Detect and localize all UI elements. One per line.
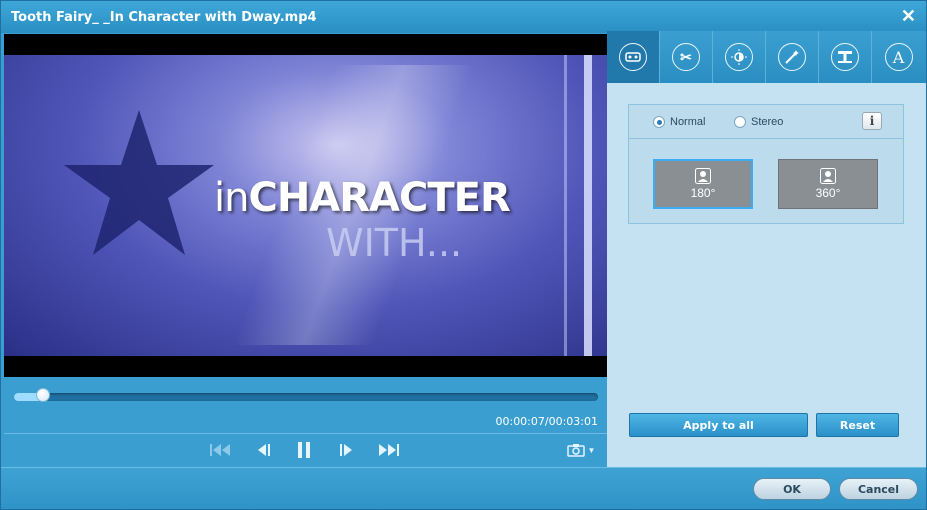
chevron-down-icon: ▼ (587, 445, 596, 455)
3d-settings-panel: Normal Stereo i 180° 360° Apply to all R… (607, 83, 926, 467)
next-frame-icon (340, 444, 352, 456)
next-frame-button[interactable] (336, 439, 356, 461)
time-display: 00:00:07/00:03:01 (495, 415, 598, 428)
reset-button[interactable]: Reset (816, 413, 899, 437)
tab-text[interactable]: A (872, 31, 925, 83)
editor-window: Tooth Fairy_ _In Character with Dway.mp4… (0, 0, 927, 510)
text-icon: A (884, 43, 913, 71)
skip-start-button[interactable] (209, 439, 233, 461)
info-icon[interactable]: i (862, 112, 882, 130)
tab-effect[interactable] (713, 31, 766, 83)
video-title-text: inCHARACTER (214, 175, 511, 221)
video-subtitle-text: WITH... (326, 221, 463, 265)
tab-watermark[interactable] (819, 31, 872, 83)
title-bar: Tooth Fairy_ _In Character with Dway.mp4… (1, 1, 926, 33)
effect-icon (725, 43, 753, 71)
dialog-footer: OK Cancel (1, 467, 926, 509)
ok-button[interactable]: OK (753, 478, 831, 500)
video-preview: inCHARACTER WITH... (4, 34, 607, 377)
mode-360-button[interactable]: 360° (778, 159, 878, 209)
watermark-icon (831, 43, 859, 71)
3d-icon (619, 43, 647, 71)
camera-icon (566, 444, 585, 457)
person-icon (820, 168, 836, 184)
magic-wand-icon (778, 43, 806, 71)
prev-frame-button[interactable] (254, 439, 274, 461)
scissors-icon: ✂ (672, 43, 700, 71)
radio-stereo[interactable]: Stereo (734, 116, 783, 128)
3d-mode-box: Normal Stereo i 180° 360° (628, 104, 904, 224)
seek-bar[interactable] (14, 393, 598, 401)
window-title: Tooth Fairy_ _In Character with Dway.mp4 (11, 10, 317, 25)
skip-start-icon (210, 444, 230, 456)
cancel-button[interactable]: Cancel (839, 478, 918, 500)
pause-button[interactable] (294, 439, 314, 461)
tab-trim[interactable]: ✂ (660, 31, 713, 83)
skip-end-icon (379, 444, 399, 456)
person-icon (695, 168, 711, 184)
player-controls: 00:00:07/00:03:01 ▼ (4, 377, 607, 467)
skip-end-button[interactable] (376, 439, 400, 461)
star-graphic (64, 110, 214, 255)
pause-icon (298, 442, 310, 458)
tab-3d[interactable] (607, 31, 660, 83)
close-icon[interactable]: ✕ (901, 6, 916, 27)
mode-180-button[interactable]: 180° (653, 159, 753, 209)
snapshot-button[interactable]: ▼ (564, 439, 598, 461)
radio-normal[interactable]: Normal (653, 116, 705, 128)
prev-frame-icon (258, 444, 270, 456)
video-frame: inCHARACTER WITH... (4, 55, 607, 356)
edit-toolbar: ✂ A (607, 31, 926, 83)
apply-to-all-button[interactable]: Apply to all (629, 413, 808, 437)
tab-enhance[interactable] (766, 31, 819, 83)
